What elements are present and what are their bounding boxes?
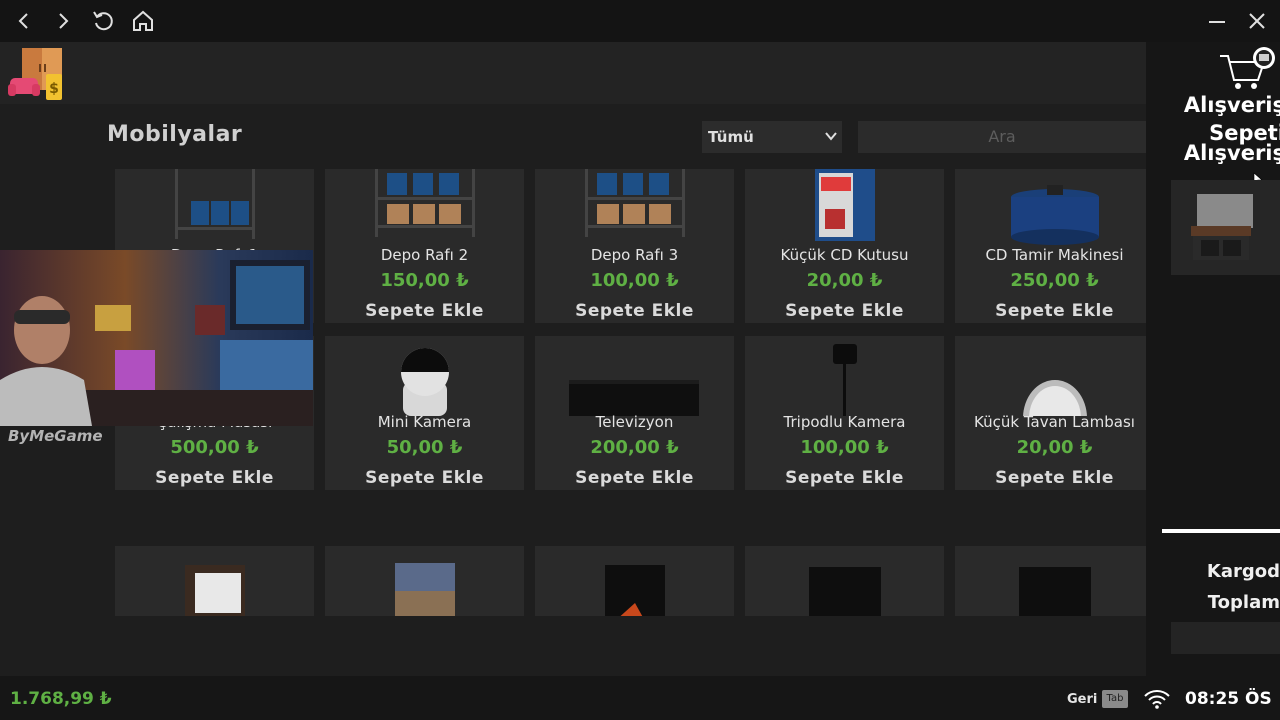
back-label[interactable]: Geri <box>1067 692 1097 707</box>
product-card[interactable] <box>535 546 734 616</box>
product-image <box>325 336 524 416</box>
product-image <box>955 169 1146 249</box>
webcam-overlay <box>0 250 313 426</box>
add-to-cart-button[interactable]: Sepete Ekle <box>955 301 1146 321</box>
product-card[interactable]: Tripodlu Kamera 100,00 ₺ Sepete Ekle <box>745 336 944 490</box>
add-to-cart-button[interactable]: Sepete Ekle <box>325 468 524 488</box>
svg-text:$: $ <box>49 81 59 97</box>
window-titlebar <box>0 0 1280 42</box>
product-price: 100,00 ₺ <box>590 270 679 291</box>
balance: 1.768,99 ₺ <box>10 689 112 709</box>
product-name: Küçük Tavan Lambası <box>974 413 1135 431</box>
product-image <box>115 169 314 249</box>
product-price: 200,00 ₺ <box>590 437 679 458</box>
page-title: Mobilyalar <box>107 122 243 147</box>
product-card[interactable]: Depo Rafı 2 150,00 ₺ Sepete Ekle <box>325 169 524 323</box>
product-price: 150,00 ₺ <box>380 270 469 291</box>
product-name: Televizyon <box>595 413 674 431</box>
product-image <box>745 546 944 616</box>
cart-title: Alışveriş Sepeti Alışveriş <box>1160 91 1280 167</box>
shopping-cart-icon[interactable] <box>1218 46 1278 92</box>
furniture-shop-logo: $ <box>8 46 66 102</box>
product-card[interactable]: Depo Rafı 3 100,00 ₺ Sepete Ekle <box>535 169 734 323</box>
product-name: Küçük CD Kutusu <box>780 246 909 264</box>
chevron-right-icon <box>59 13 69 29</box>
chevron-down-icon <box>825 132 837 141</box>
add-to-cart-button[interactable]: Sepete Ekle <box>955 468 1146 488</box>
product-image <box>535 546 734 616</box>
chevron-left-icon <box>18 13 28 29</box>
product-price: 250,00 ₺ <box>1010 270 1099 291</box>
product-price: 100,00 ₺ <box>800 437 889 458</box>
home-button[interactable] <box>128 6 158 36</box>
category-filter-select[interactable]: Tümü <box>702 121 842 153</box>
add-to-cart-button[interactable]: Sepete Ekle <box>535 301 734 321</box>
reload-icon <box>93 11 113 31</box>
product-image <box>115 546 314 616</box>
product-card[interactable] <box>115 546 314 616</box>
forward-button[interactable] <box>48 6 78 36</box>
product-card[interactable]: Mini Kamera 50,00 ₺ Sepete Ekle <box>325 336 524 490</box>
product-image <box>535 336 734 416</box>
search-placeholder: Ara <box>988 127 1016 146</box>
product-card[interactable] <box>325 546 524 616</box>
product-price: 500,00 ₺ <box>170 437 259 458</box>
search-input[interactable]: Ara <box>858 121 1146 153</box>
add-to-cart-button[interactable]: Sepete Ekle <box>745 468 944 488</box>
product-card[interactable]: Televizyon 200,00 ₺ Sepete Ekle <box>535 336 734 490</box>
product-name: Tripodlu Kamera <box>783 413 906 431</box>
product-card[interactable]: Küçük Tavan Lambası 20,00 ₺ Sepete Ekle <box>955 336 1146 490</box>
product-name: CD Tamir Makinesi <box>985 246 1124 264</box>
product-image <box>745 336 944 416</box>
minimize-button[interactable] <box>1202 6 1232 36</box>
product-image <box>955 546 1146 616</box>
wifi-icon <box>1143 688 1171 710</box>
minimize-icon <box>1209 21 1225 23</box>
product-price: 50,00 ₺ <box>386 437 463 458</box>
product-price: 20,00 ₺ <box>1016 437 1093 458</box>
cart-item-thumbnail[interactable] <box>1171 180 1280 275</box>
close-button[interactable] <box>1242 6 1272 36</box>
close-icon <box>1249 13 1265 29</box>
tab-key-hint: Tab <box>1102 690 1128 708</box>
add-to-cart-button[interactable]: Sepete Ekle <box>115 468 314 488</box>
product-image <box>325 169 524 249</box>
product-price: 20,00 ₺ <box>806 270 883 291</box>
product-card[interactable] <box>745 546 944 616</box>
cart-title-line3: Alışveriş <box>1183 141 1280 165</box>
cargo-label: Kargod <box>1206 561 1280 582</box>
app-header-bar <box>0 42 1146 104</box>
cart-summary: Kargod Toplam <box>1160 556 1280 618</box>
reload-button[interactable] <box>88 6 118 36</box>
category-filter-value: Tümü <box>708 128 754 146</box>
clock: 08:25 ÖS <box>1185 689 1272 709</box>
cart-title-line1: Alışveriş <box>1183 93 1280 117</box>
checkout-button[interactable] <box>1171 622 1280 654</box>
back-button[interactable] <box>9 6 39 36</box>
product-name: Depo Rafı 3 <box>590 246 679 264</box>
cart-divider <box>1162 529 1280 533</box>
product-name: Depo Rafı 2 <box>380 246 469 264</box>
add-to-cart-button[interactable]: Sepete Ekle <box>535 468 734 488</box>
add-to-cart-button[interactable]: Sepete Ekle <box>745 301 944 321</box>
product-image <box>745 169 944 249</box>
product-image <box>325 546 524 616</box>
total-label: Toplam <box>1207 592 1280 613</box>
product-image <box>535 169 734 249</box>
product-card[interactable]: CD Tamir Makinesi 250,00 ₺ Sepete Ekle <box>955 169 1146 323</box>
product-card[interactable]: Küçük CD Kutusu 20,00 ₺ Sepete Ekle <box>745 169 944 323</box>
product-image <box>955 336 1146 416</box>
home-icon <box>133 10 153 31</box>
product-name: Mini Kamera <box>377 413 472 431</box>
streamer-watermark: ByMeGame <box>8 427 103 445</box>
add-to-cart-button[interactable]: Sepete Ekle <box>325 301 524 321</box>
product-card[interactable] <box>955 546 1146 616</box>
